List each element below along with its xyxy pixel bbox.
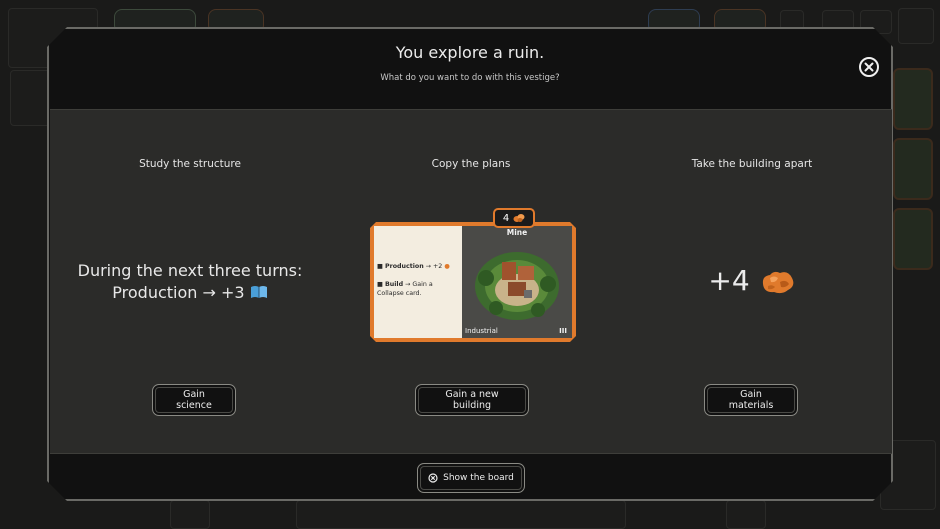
- bg-button: [898, 8, 934, 44]
- option-title: Copy the plans: [431, 158, 511, 170]
- option-title: Study the structure: [139, 158, 241, 170]
- materials-icon: ●: [444, 263, 450, 270]
- production-label: Production: [384, 263, 424, 270]
- option-effect: +4: [612, 264, 892, 297]
- science-book-icon: [250, 283, 268, 305]
- dialog-body: Study the structure During the next thre…: [50, 109, 892, 454]
- card-art-panel: Mine Industrial III: [462, 226, 572, 338]
- materials-icon: [760, 266, 796, 296]
- dialog-title: You explore a ruin.: [395, 43, 545, 62]
- option-study: Study the structure During the next thre…: [50, 110, 330, 453]
- bg-card: [893, 68, 933, 130]
- factory-icon: ■: [377, 263, 383, 270]
- option-title: Take the building apart: [691, 158, 813, 170]
- card-cost-badge: 4: [493, 208, 535, 228]
- option-dismantle: Take the building apart +4 Gain material…: [612, 110, 892, 453]
- show-board-button[interactable]: Show the board: [417, 463, 525, 493]
- close-circle-icon: [428, 473, 438, 483]
- effect-value: Production → +3: [112, 283, 245, 302]
- effect-line: During the next three turns:: [77, 261, 303, 280]
- ruin-dialog: You explore a ruin. What do you want to …: [47, 27, 893, 501]
- card-name: Mine: [506, 228, 528, 237]
- production-value: → +2: [425, 263, 443, 270]
- gain-science-button[interactable]: Gain science: [152, 384, 236, 416]
- option-effect: During the next three turns: Production …: [50, 260, 330, 305]
- effect-line: Production → +3: [50, 282, 330, 305]
- bg-panel: [170, 500, 210, 529]
- card-cost: 4: [502, 212, 510, 224]
- card-type: Industrial: [465, 327, 498, 335]
- dialog-subtitle: What do you want to do with this vestige…: [380, 73, 560, 83]
- materials-icon: [513, 213, 525, 223]
- bg-card: [893, 208, 933, 270]
- bg-panel: [726, 500, 766, 529]
- building-card: 4 ■ Production → +2 ● ■ Build → Gain a C…: [370, 222, 576, 342]
- dialog-header: You explore a ruin. What do you want to …: [49, 29, 891, 109]
- show-board-label: Show the board: [443, 473, 514, 483]
- build-label: Build: [384, 281, 404, 288]
- card-build-effect: ■ Build → Gain a Collapse card.: [377, 280, 457, 298]
- card-text-panel: ■ Production → +2 ● ■ Build → Gain a Col…: [374, 226, 462, 338]
- card-tier: III: [559, 327, 567, 335]
- bg-card: [893, 138, 933, 200]
- effect-value: +4: [708, 264, 750, 297]
- mine-illustration: [462, 226, 572, 338]
- gain-materials-button[interactable]: Gain materials: [704, 384, 798, 416]
- gain-building-button[interactable]: Gain a new building: [415, 384, 529, 416]
- bg-hand: [296, 500, 626, 529]
- close-button[interactable]: [859, 57, 879, 77]
- close-icon: [864, 62, 874, 72]
- card-production-effect: ■ Production → +2 ●: [377, 262, 450, 271]
- build-icon: ■: [377, 281, 383, 288]
